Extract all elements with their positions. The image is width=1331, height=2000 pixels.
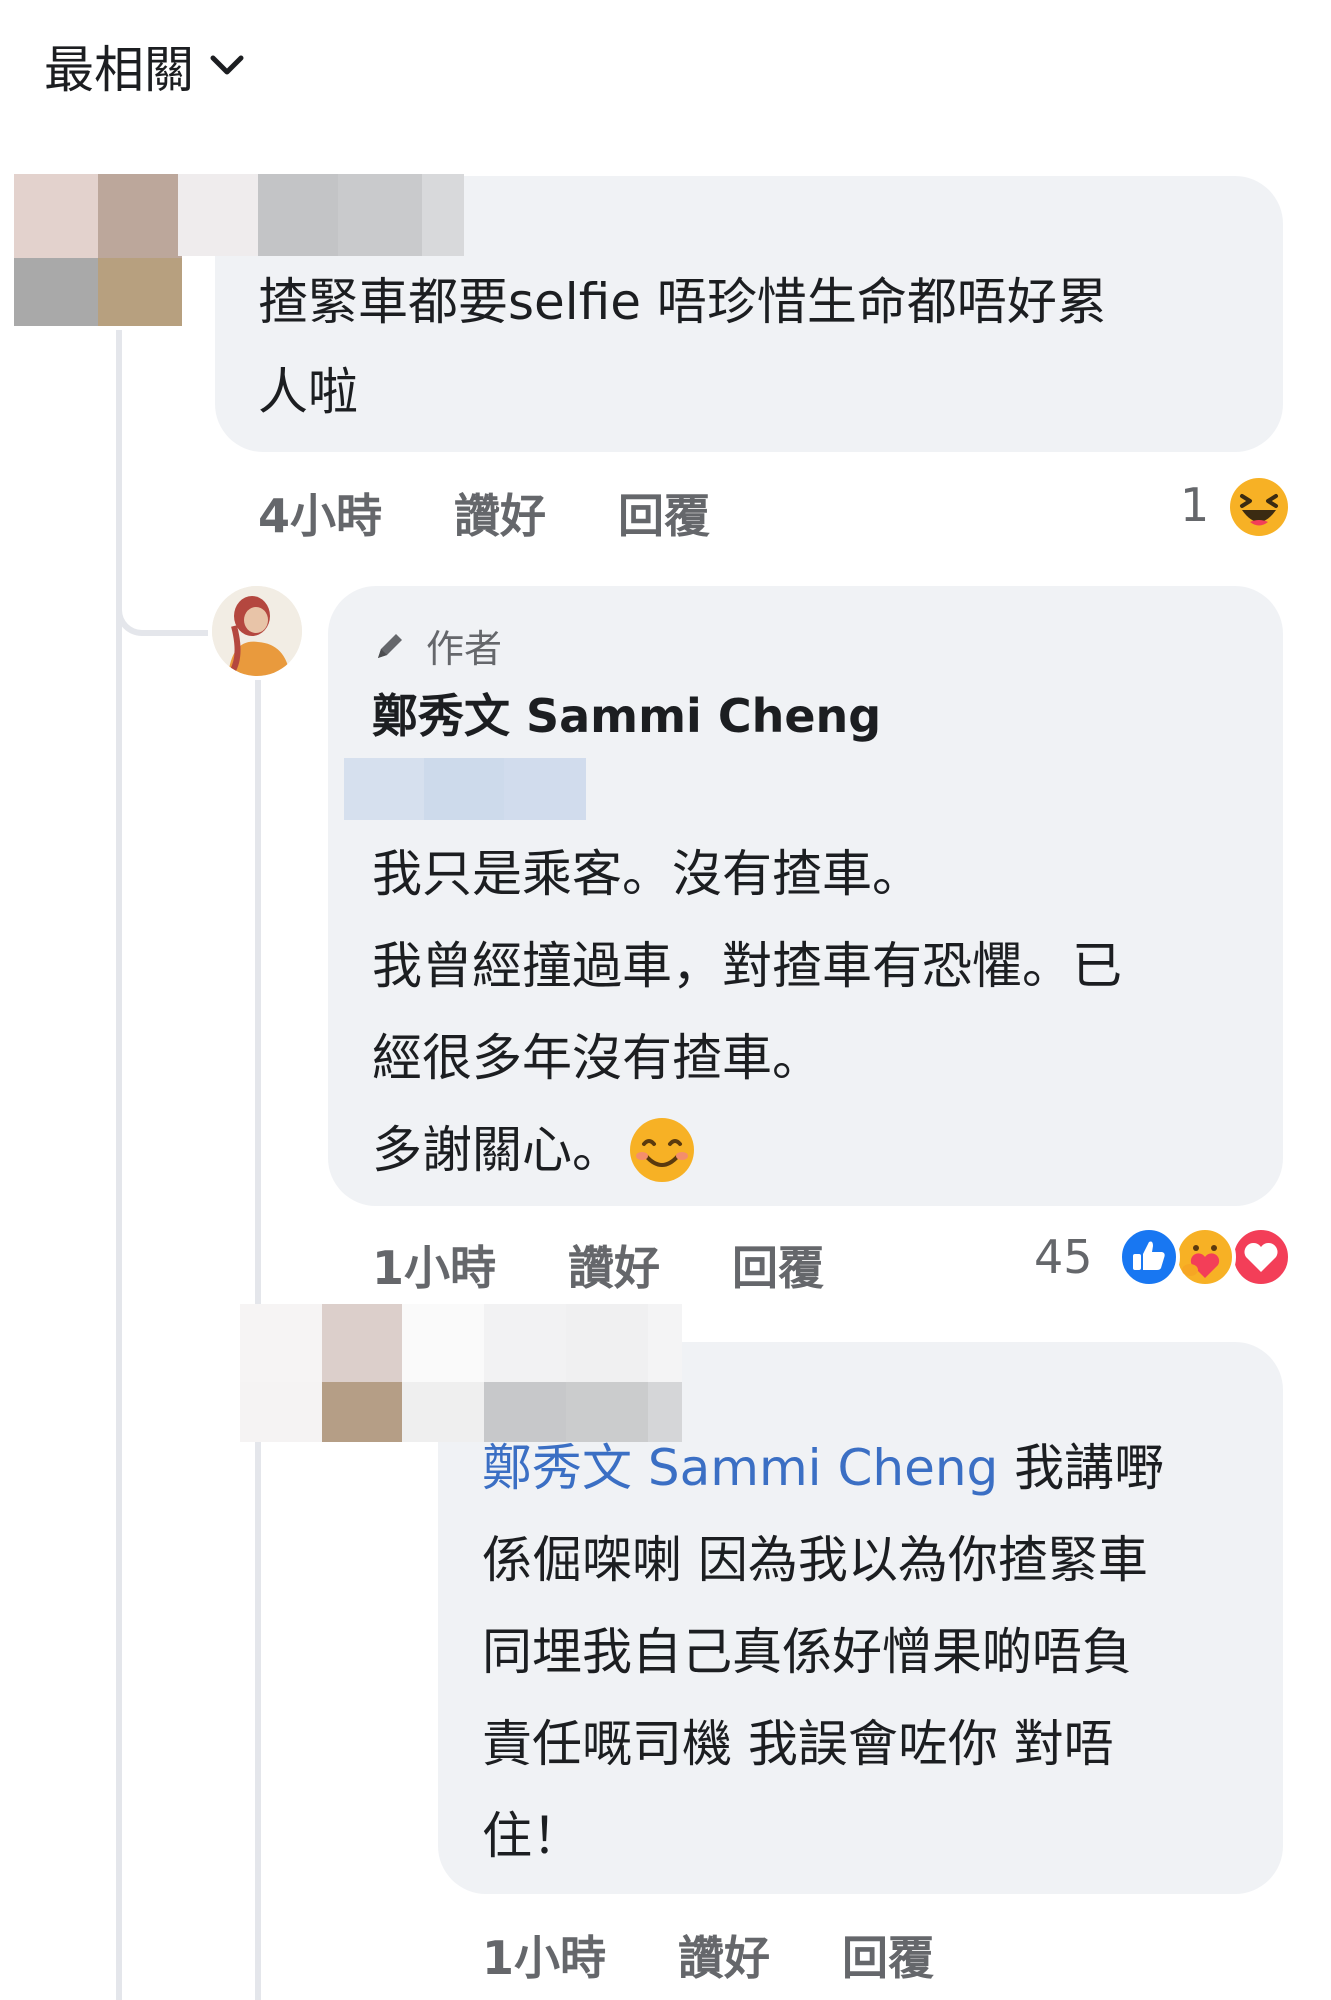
mention-link[interactable]: 鄭秀文 Sammi Cheng [482, 1439, 998, 1497]
comment-timestamp[interactable]: 1小時 [482, 1922, 606, 1988]
comment-text-line: 我只是乘客。沒有揸車。 [372, 845, 922, 903]
author-avatar[interactable] [212, 586, 302, 676]
like-button[interactable]: 讚好 [678, 1922, 770, 1988]
replier-avatar-blurred[interactable] [240, 1304, 402, 1442]
pencil-icon [378, 633, 402, 658]
sort-label: 最相關 [44, 41, 194, 99]
reaction-summary[interactable]: 1 [1180, 474, 1290, 544]
author-comment-actions: 1小時 讚好 回覆 [372, 1232, 896, 1298]
comment-timestamp[interactable]: 4小時 [258, 480, 382, 546]
comment-actions: 4小時 讚好 回覆 [258, 480, 782, 546]
sort-dropdown[interactable]: 最相關 [44, 30, 244, 102]
like-reaction-icon [1118, 1226, 1180, 1288]
comment-text-line-last: 多謝關心。 [372, 1104, 1272, 1196]
reply-button[interactable]: 回覆 [618, 480, 710, 546]
comment-text-line: 人啦 [258, 363, 358, 421]
reaction-summary[interactable]: 45 [1034, 1224, 1292, 1294]
comment-text-line: 揸緊車都要selfie 唔珍惜生命都唔好累 [258, 273, 1107, 331]
comment-text-line: 同埋我自己真係好憎果啲唔負 [482, 1623, 1132, 1681]
avatar-blurred[interactable] [14, 174, 190, 326]
care-reaction-icon [1174, 1226, 1236, 1288]
chevron-down-icon [210, 55, 244, 75]
reply-button[interactable]: 回覆 [732, 1232, 824, 1298]
comment-text: 揸緊車都要selfie 唔珍惜生命都唔好累 人啦 [258, 256, 1258, 438]
author-badge: 作者 [372, 618, 502, 673]
smiling-face-icon [630, 1118, 694, 1182]
avatar-photo [212, 586, 302, 676]
comment-text-line: 多謝關心。 [372, 1121, 622, 1179]
reply-button[interactable]: 回覆 [842, 1922, 934, 1988]
blurred-tag [344, 758, 586, 820]
comment-text-line: 我曾經撞過車，對揸車有恐懼。已 [372, 937, 1122, 995]
reaction-count: 1 [1180, 478, 1210, 532]
like-button[interactable]: 讚好 [568, 1232, 660, 1298]
reply-comment-actions: 1小時 讚好 回覆 [482, 1922, 1006, 1988]
haha-reaction-icon [1230, 478, 1288, 536]
comment-text-line: 鄭秀文 Sammi Cheng 我講嘢 [482, 1422, 1282, 1514]
comment-timestamp[interactable]: 1小時 [372, 1232, 496, 1298]
comment-text-segment: 我講嘢 [998, 1439, 1165, 1497]
thread-branch-connector [116, 570, 208, 636]
author-badge-label: 作者 [426, 627, 503, 671]
author-comment-text: 我只是乘客。沒有揸車。 我曾經撞過車，對揸車有恐懼。已 經很多年沒有揸車。 多謝… [372, 828, 1272, 1196]
author-name[interactable]: 鄭秀文 Sammi Cheng [372, 680, 881, 746]
comment-text-line: 責任嘅司機 我誤會咗你 對唔 [482, 1715, 1114, 1773]
like-button[interactable]: 讚好 [454, 480, 546, 546]
comment-text-line: 係倔㗎喇 因為我以為你揸緊車 [482, 1531, 1148, 1589]
comment-text-line: 經很多年沒有揸車。 [372, 1029, 822, 1087]
reaction-count: 45 [1034, 1230, 1093, 1284]
commenter-name-blurred[interactable] [178, 174, 464, 256]
comment-text-line: 住！ [482, 1807, 582, 1865]
love-reaction-icon [1230, 1226, 1292, 1288]
reply-comment-text: 鄭秀文 Sammi Cheng 我講嘢 係倔㗎喇 因為我以為你揸緊車 同埋我自己… [482, 1422, 1282, 1882]
